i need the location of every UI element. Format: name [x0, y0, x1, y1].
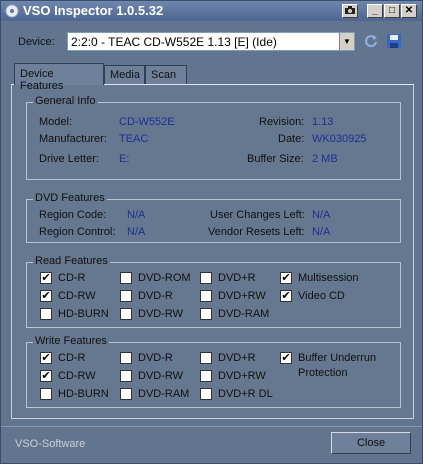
close-window-button[interactable]: ✕: [401, 4, 417, 18]
write-hd-burn-checkbox[interactable]: [40, 388, 52, 400]
status-text: VSO-Software: [15, 438, 86, 450]
read-cd-r-label: CD-R: [58, 272, 86, 284]
write-buffer-underrun-label-line2: Protection: [298, 367, 348, 379]
group-title: Write Features: [33, 335, 109, 347]
read-dvd-rw-label: DVD-RW: [138, 308, 184, 320]
read-dvd-plus-rw-checkbox[interactable]: [200, 290, 212, 302]
screenshot-button[interactable]: [342, 4, 358, 18]
device-select-value: 2:2:0 - TEAC CD-W552E 1.13 [E] (Ide): [71, 35, 277, 49]
write-dvd-r-checkbox[interactable]: [120, 352, 132, 364]
read-dvd-plus-rw-label: DVD+RW: [218, 290, 266, 302]
drive-letter-value: E:: [119, 153, 130, 165]
read-video-cd-label: Video CD: [298, 290, 345, 302]
buffer-size-value: 2 MB: [312, 153, 338, 165]
write-dvd-plus-r-checkbox[interactable]: [200, 352, 212, 364]
footer-divider: [1, 426, 422, 427]
drive-letter-label: Drive Letter:: [39, 153, 99, 165]
region-code-label: Region Code:: [39, 209, 107, 221]
write-dvd-plus-r-label: DVD+R: [218, 352, 256, 364]
read-dvd-ram-checkbox[interactable]: [200, 308, 212, 320]
manufacturer-label: Manufacturer:: [39, 133, 107, 145]
group-title: General Info: [33, 95, 98, 107]
write-dvd-plus-r-dl-label: DVD+R DL: [218, 388, 273, 400]
write-dvd-plus-rw-label: DVD+RW: [218, 370, 266, 382]
read-dvd-r-label: DVD-R: [138, 290, 173, 302]
minimize-button[interactable]: _: [367, 4, 383, 18]
read-video-cd-checkbox[interactable]: ✔: [280, 290, 292, 302]
read-cd-r-checkbox[interactable]: ✔: [40, 272, 52, 284]
write-buffer-underrun-checkbox[interactable]: ✔: [280, 352, 292, 364]
tab-device-features[interactable]: Device Features: [14, 63, 104, 92]
camera-icon: [345, 6, 355, 14]
region-control-label: Region Control:: [39, 226, 116, 238]
tab-scan[interactable]: Scan: [145, 65, 187, 84]
read-features-group: Read Features ✔ CD-R DVD-ROM DVD+R ✔ Mul…: [26, 255, 401, 328]
read-multisession-label: Multisession: [298, 272, 359, 284]
write-hd-burn-label: HD-BURN: [58, 388, 109, 400]
manufacturer-value: TEAC: [119, 133, 149, 145]
read-cd-rw-label: CD-RW: [58, 290, 96, 302]
write-cd-rw-checkbox[interactable]: ✔: [40, 370, 52, 382]
dvd-features-group: DVD Features Region Code: N/A Region Con…: [26, 192, 401, 243]
vendor-resets-label: Vendor Resets Left:: [208, 226, 305, 238]
window-title: VSO Inspector 1.0.5.32: [23, 3, 164, 18]
device-features-panel: General Info Model: CD-W552E Manufacture…: [11, 84, 414, 419]
write-cd-r-label: CD-R: [58, 352, 86, 364]
disc-app-icon: [5, 4, 19, 18]
buffer-size-label: Buffer Size:: [247, 153, 304, 165]
read-hd-burn-label: HD-BURN: [58, 308, 109, 320]
read-multisession-checkbox[interactable]: ✔: [280, 272, 292, 284]
write-cd-rw-label: CD-RW: [58, 370, 96, 382]
model-value: CD-W552E: [119, 116, 175, 128]
write-dvd-plus-r-dl-checkbox[interactable]: [200, 388, 212, 400]
user-changes-label: User Changes Left:: [210, 209, 305, 221]
write-dvd-rw-label: DVD-RW: [138, 370, 184, 382]
date-value: WK030925: [312, 133, 367, 145]
refresh-icon[interactable]: [363, 33, 379, 49]
read-dvd-ram-label: DVD-RAM: [218, 308, 270, 320]
read-dvd-r-checkbox[interactable]: [120, 290, 132, 302]
device-select[interactable]: 2:2:0 - TEAC CD-W552E 1.13 [E] (Ide) ▼: [67, 32, 355, 51]
write-dvd-ram-label: DVD-RAM: [138, 388, 190, 400]
tab-label: Device Features: [20, 68, 64, 92]
chevron-down-icon[interactable]: ▼: [339, 33, 354, 50]
group-title: Read Features: [33, 255, 110, 267]
write-buffer-underrun-label: Buffer Underrun: [298, 352, 377, 364]
maximize-button[interactable]: □: [384, 4, 400, 18]
general-info-group: General Info Model: CD-W552E Manufacture…: [26, 95, 401, 180]
read-dvd-rom-checkbox[interactable]: [120, 272, 132, 284]
tab-media[interactable]: Media: [104, 65, 145, 84]
read-dvd-plus-r-label: DVD+R: [218, 272, 256, 284]
read-dvd-rw-checkbox[interactable]: [120, 308, 132, 320]
read-dvd-rom-label: DVD-ROM: [138, 272, 191, 284]
revision-label: Revision:: [259, 116, 305, 128]
write-dvd-plus-rw-checkbox[interactable]: [200, 370, 212, 382]
date-label: Date:: [278, 133, 305, 145]
write-cd-r-checkbox[interactable]: ✔: [40, 352, 52, 364]
group-title: DVD Features: [33, 192, 107, 204]
read-cd-rw-checkbox[interactable]: ✔: [40, 290, 52, 302]
region-code-value: N/A: [127, 209, 146, 221]
write-features-group: Write Features ✔ CD-R DVD-R DVD+R ✔ Buff…: [26, 335, 401, 408]
tab-label: Media: [110, 69, 140, 81]
device-label: Device:: [18, 36, 55, 48]
close-button[interactable]: Close: [331, 432, 411, 454]
user-changes-value: N/A: [312, 209, 331, 221]
write-dvd-ram-checkbox[interactable]: [120, 388, 132, 400]
vendor-resets-value: N/A: [312, 226, 331, 238]
read-dvd-plus-r-checkbox[interactable]: [200, 272, 212, 284]
model-label: Model:: [39, 116, 73, 128]
write-dvd-rw-checkbox[interactable]: [120, 370, 132, 382]
write-dvd-r-label: DVD-R: [138, 352, 173, 364]
region-control-value: N/A: [127, 226, 146, 238]
title-bar[interactable]: VSO Inspector 1.0.5.32 _ □ ✕: [1, 1, 422, 21]
revision-value: 1.13: [312, 116, 334, 128]
app-window: VSO Inspector 1.0.5.32 _ □ ✕ Device: 2:2…: [0, 0, 423, 464]
tab-label: Scan: [151, 69, 177, 81]
read-hd-burn-checkbox[interactable]: [40, 308, 52, 320]
save-icon[interactable]: [386, 33, 402, 49]
